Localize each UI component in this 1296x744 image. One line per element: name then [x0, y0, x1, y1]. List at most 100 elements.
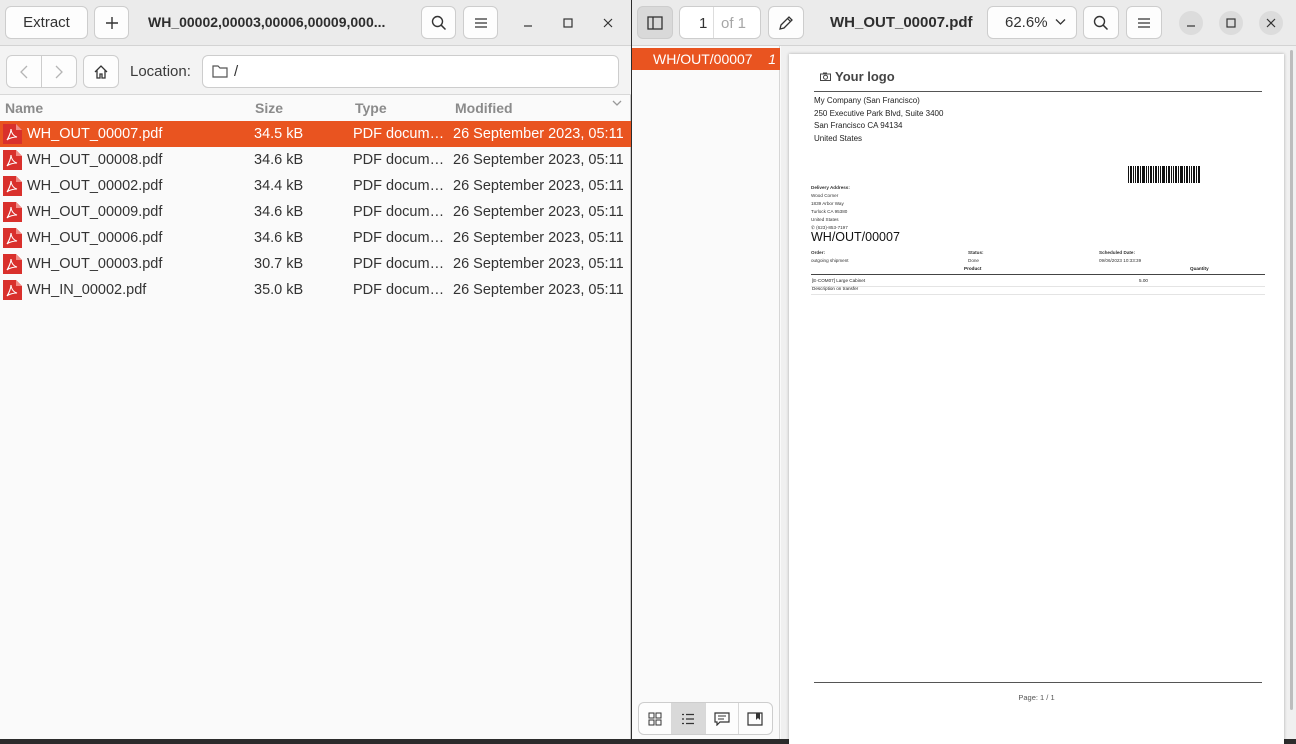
status-label: Status: — [968, 250, 984, 255]
quantity-column-header: Quantity — [1190, 266, 1209, 271]
pdf-file-icon — [2, 227, 23, 249]
folder-icon — [212, 64, 228, 78]
file-row[interactable]: WH_OUT_00006.pdf 34.6 kB PDF document 26… — [0, 225, 631, 251]
file-row[interactable]: WH_OUT_00003.pdf 30.7 kB PDF document 26… — [0, 251, 631, 277]
pdf-file-icon — [2, 279, 23, 301]
file-modified: 26 September 2023, 05:11 — [453, 256, 624, 272]
row-divider — [811, 294, 1265, 295]
file-name: WH_IN_00002.pdf — [27, 282, 147, 298]
close-button[interactable] — [596, 11, 620, 35]
document-title: WH_OUT_00007.pdf — [830, 14, 973, 31]
current-page: 1 — [699, 15, 708, 32]
file-row[interactable]: WH_OUT_00002.pdf 34.4 kB PDF document 26… — [0, 173, 631, 199]
maximize-icon — [563, 18, 573, 28]
outline-sidebar: WH/OUT/00007 1 — [632, 46, 780, 739]
sidebar-toggle-button[interactable] — [637, 6, 673, 39]
file-name: WH_OUT_00007.pdf — [27, 126, 163, 142]
search-button[interactable] — [421, 6, 456, 39]
camera-icon — [820, 72, 831, 81]
order-label: Order: — [811, 250, 826, 255]
annotations-icon — [714, 711, 730, 726]
find-button[interactable] — [1083, 6, 1119, 39]
file-name: WH_OUT_00003.pdf — [27, 256, 163, 272]
vertical-scrollbar[interactable] — [1290, 50, 1293, 710]
outline-item[interactable]: WH/OUT/00007 1 — [632, 48, 780, 70]
annotations-button[interactable] — [706, 703, 739, 734]
thumbnails-button[interactable] — [639, 703, 673, 734]
pdf-page: Your logo My Company (San Francisco) 250… — [789, 54, 1284, 744]
maximize-button[interactable] — [1219, 11, 1243, 35]
page-number-entry[interactable]: 1 of 1 — [679, 6, 761, 39]
column-size-header[interactable]: Size — [255, 100, 283, 116]
column-name-header[interactable]: Name — [5, 100, 43, 116]
file-type: PDF document — [353, 282, 445, 298]
column-modified-header[interactable]: Modified — [455, 100, 513, 116]
forward-button[interactable] — [41, 55, 77, 88]
file-name: WH_OUT_00002.pdf — [27, 178, 163, 194]
minimize-button[interactable] — [516, 11, 540, 35]
bookmarks-button[interactable] — [739, 703, 772, 734]
hamburger-menu-icon — [474, 17, 488, 29]
scheduled-info: Scheduled Date: 09/06/2023 10:33:39 — [1099, 249, 1141, 265]
file-size: 34.4 kB — [254, 178, 304, 194]
search-icon — [1093, 15, 1109, 31]
file-list: WH_OUT_00007.pdf 34.5 kB PDF document 26… — [0, 121, 631, 303]
back-button[interactable] — [6, 55, 42, 88]
hamburger-menu-icon — [1137, 17, 1151, 29]
file-name: WH_OUT_00006.pdf — [27, 230, 163, 246]
file-row[interactable]: WH_OUT_00007.pdf 34.5 kB PDF document 26… — [0, 121, 631, 147]
location-value: / — [234, 63, 239, 80]
extract-button[interactable]: Extract — [5, 6, 88, 39]
plus-icon — [105, 16, 119, 30]
close-icon — [603, 18, 613, 28]
file-type: PDF document — [353, 152, 445, 168]
order-info: Order: outgoing shipment — [811, 249, 849, 265]
add-files-button[interactable] — [94, 6, 129, 39]
file-size: 34.6 kB — [254, 152, 304, 168]
file-type: PDF document — [353, 126, 445, 142]
home-button[interactable] — [83, 55, 119, 88]
window-title: WH_00002,00003,00006,00009,000... — [148, 14, 386, 30]
status-info: Status: Done — [968, 249, 984, 265]
location-field[interactable]: / — [202, 55, 619, 88]
file-row[interactable]: WH_IN_00002.pdf 35.0 kB PDF document 26 … — [0, 277, 631, 303]
pencil-icon — [778, 15, 794, 31]
line-product: [E-COM07] Large Cabinet — [812, 278, 866, 283]
viewer-menu-button[interactable] — [1126, 6, 1162, 39]
pdf-file-icon — [2, 123, 23, 145]
minimize-button[interactable] — [1179, 11, 1203, 35]
logo-text: Your logo — [835, 69, 895, 84]
company-line: My Company (San Francisco) — [814, 96, 920, 105]
row-divider — [811, 286, 1265, 287]
file-row[interactable]: WH_OUT_00009.pdf 34.6 kB PDF document 26… — [0, 199, 631, 225]
page-footer: Page: 1 / 1 — [1018, 693, 1055, 702]
thumbnails-icon — [648, 712, 662, 726]
close-button[interactable] — [1259, 11, 1283, 35]
document-viewer-window: 1 of 1 WH_OUT_00007.pdf 62.6% WH/OUT/000… — [632, 0, 1296, 744]
file-row[interactable]: WH_OUT_00008.pdf 34.6 kB PDF document 26… — [0, 147, 631, 173]
delivery-address: Delivery Address: Wood Corner 1839 Arbor… — [811, 184, 850, 232]
zoom-selector[interactable]: 62.6% — [987, 6, 1077, 39]
table-header-rule — [811, 274, 1265, 275]
outline-button[interactable] — [672, 703, 706, 734]
main-menu-button[interactable] — [463, 6, 498, 39]
archive-headerbar: Extract WH_00002,00003,00006,00009,000..… — [0, 0, 631, 46]
line-quantity: 5.00 — [1139, 278, 1148, 283]
outline-list-icon — [681, 713, 695, 725]
viewer-headerbar: 1 of 1 WH_OUT_00007.pdf 62.6% — [632, 0, 1296, 46]
column-type-header[interactable]: Type — [355, 100, 387, 116]
document-canvas[interactable]: Your logo My Company (San Francisco) 250… — [781, 46, 1296, 744]
product-column-header: Product — [964, 266, 982, 271]
company-logo: Your logo — [820, 69, 895, 84]
delivery-line: Turlock CA 95380 — [811, 209, 848, 214]
sort-chevron-icon — [612, 100, 622, 107]
status-value: Done — [968, 258, 979, 263]
close-icon — [1266, 18, 1276, 28]
delivery-line: United States — [811, 217, 839, 222]
maximize-button[interactable] — [556, 11, 580, 35]
page-entry-divider — [713, 7, 714, 38]
annotate-button[interactable] — [768, 6, 804, 39]
sidebar-view-switcher — [638, 702, 773, 735]
file-size: 34.6 kB — [254, 204, 304, 220]
search-icon — [431, 15, 447, 31]
